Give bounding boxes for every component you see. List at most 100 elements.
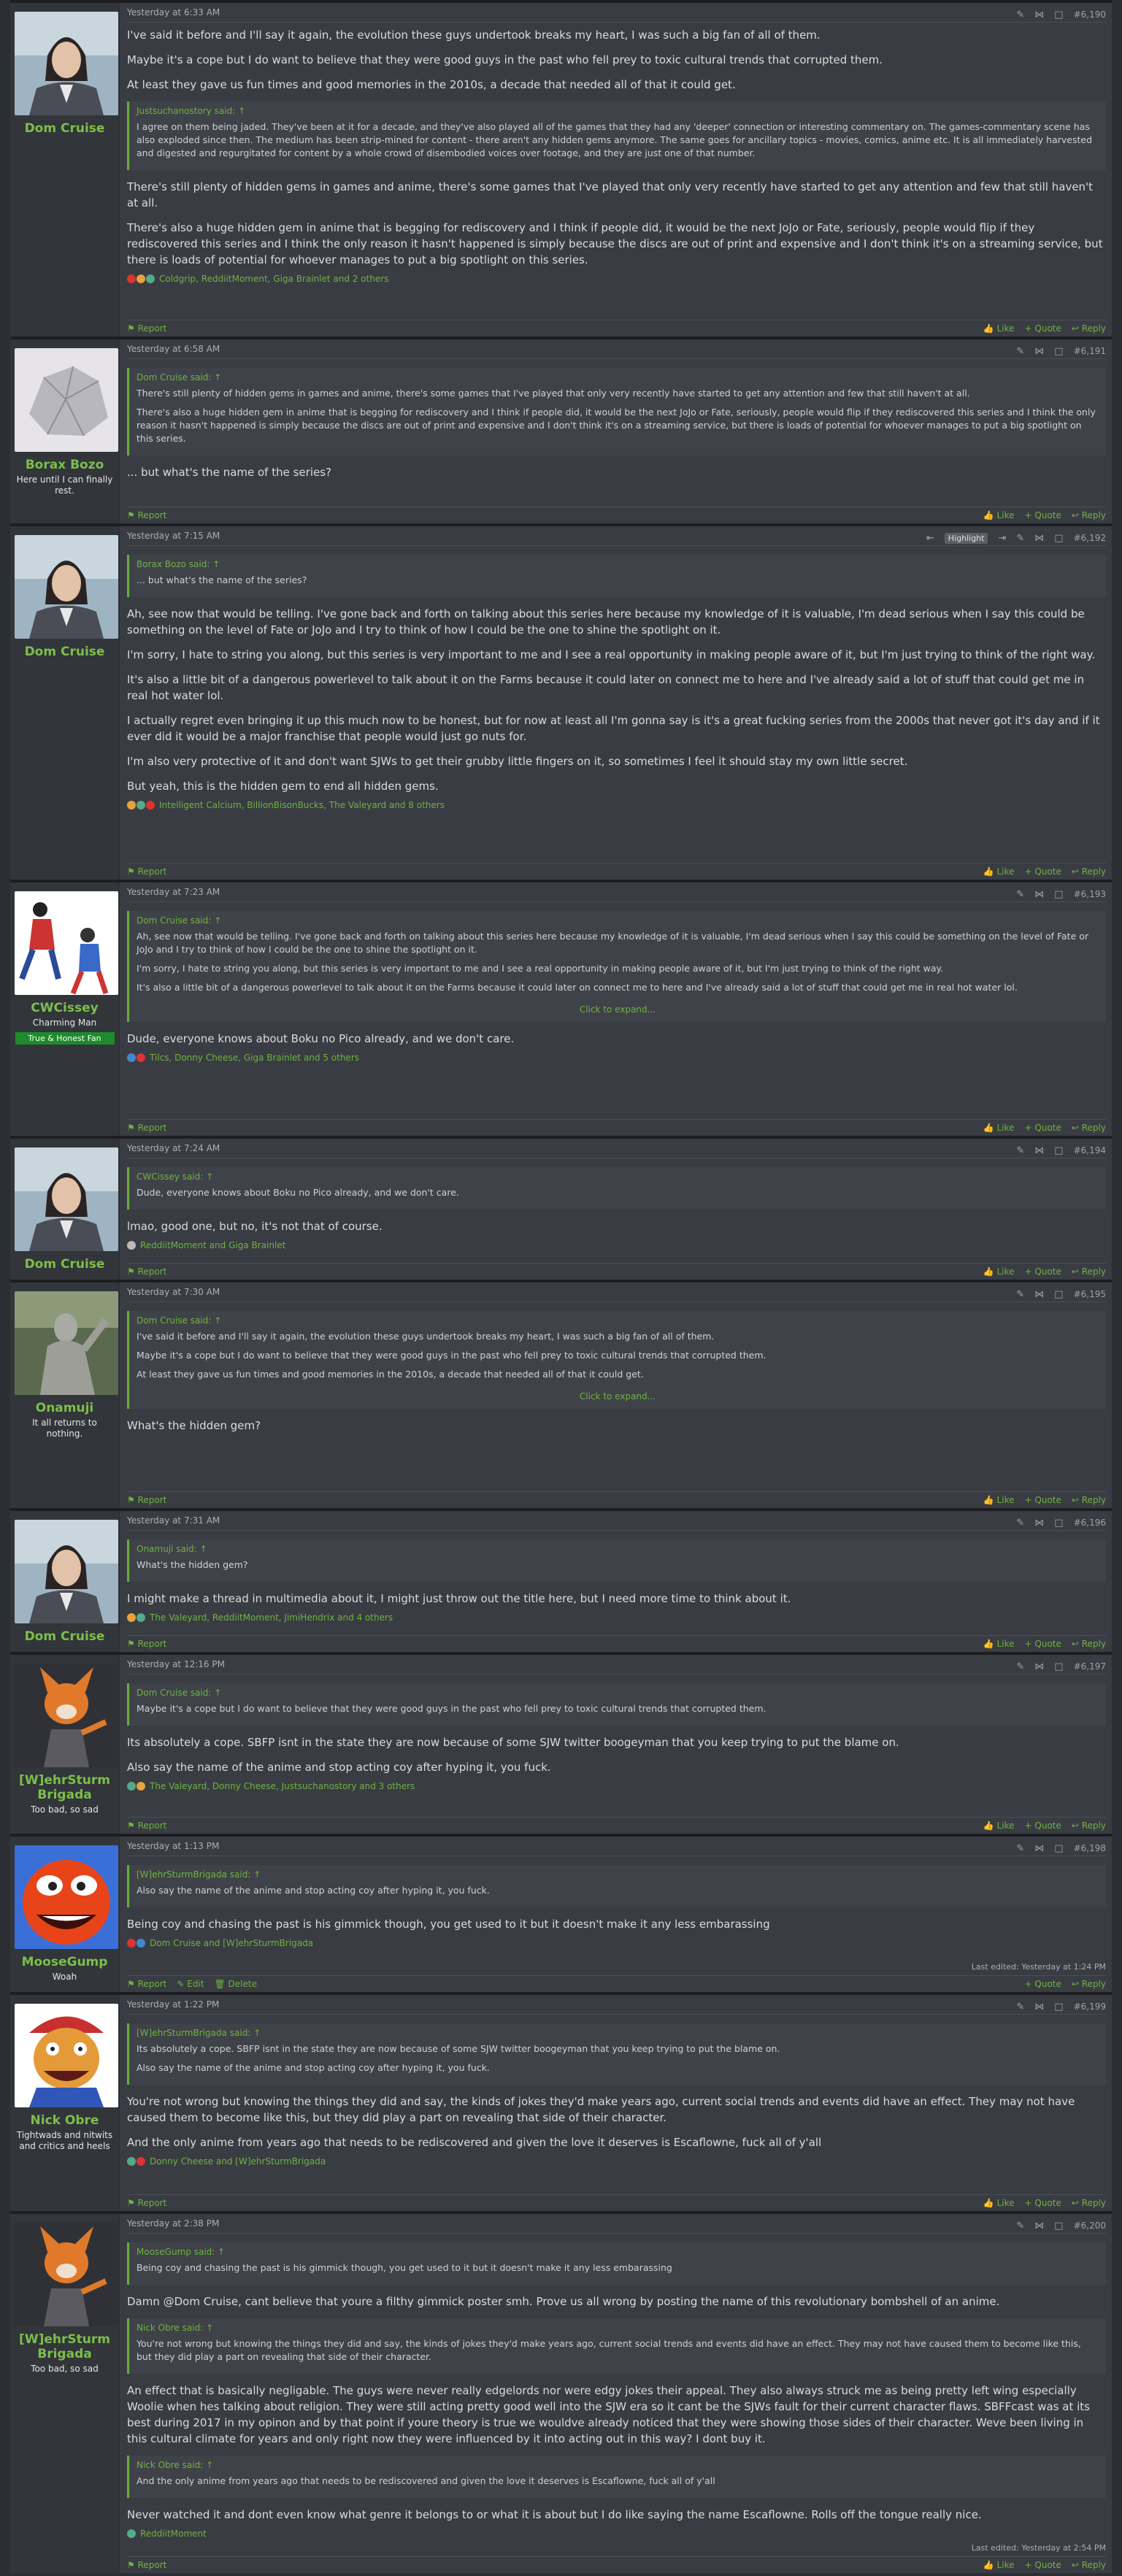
reaction-users[interactable]: Dom Cruise and [W]ehrSturmBrigada [150,1938,313,1948]
delete-button[interactable]: 🗑 Delete [214,1979,257,1989]
reply-button[interactable]: ↩ Reply [1072,1266,1106,1277]
quote-author[interactable]: Dom Cruise said: ↑ [137,1314,1099,1327]
like-button[interactable]: 👍 Like [983,1266,1015,1277]
expand-quote-link[interactable]: Click to expand... [137,1000,1099,1018]
post-timestamp[interactable]: Yesterday at 6:58 AM [127,344,220,358]
share-icon[interactable]: ⋈ [1034,346,1044,357]
username[interactable]: Dom Cruise [15,1257,115,1272]
share-icon[interactable]: ⋈ [1034,2002,1044,2012]
edit-pencil-icon[interactable]: ✎ [1016,1661,1024,1672]
avatar[interactable] [15,1520,118,1623]
reaction-users[interactable]: The Valeyard, ReddiitMoment, JimiHendrix… [150,1612,393,1623]
post-timestamp[interactable]: Yesterday at 7:30 AM [127,1287,220,1302]
bookmark-icon[interactable]: □ [1054,2221,1063,2231]
post-number[interactable]: #6,190 [1074,9,1106,20]
jump-arrow-icon[interactable]: ↑ [200,1544,207,1554]
avatar[interactable] [15,2223,118,2326]
expand-quote-link[interactable]: Click to expand... [137,1387,1099,1404]
post-timestamp[interactable]: Yesterday at 2:38 PM [127,2218,219,2233]
bookmark-icon[interactable]: □ [1054,1843,1063,1854]
post-number[interactable]: #6,196 [1074,1518,1106,1528]
like-button[interactable]: 👍 Like [983,1639,1015,1649]
post-number[interactable]: #6,194 [1074,1145,1106,1156]
post-number[interactable]: #6,199 [1074,2002,1106,2012]
jump-arrow-icon[interactable]: ↑ [218,2247,225,2257]
username[interactable]: MooseGump [15,1955,115,1969]
reaction-users[interactable]: The Valeyard, Donny Cheese, Justsuchanos… [150,1781,415,1791]
quote-button[interactable]: + Quote [1025,866,1061,877]
jump-arrow-icon[interactable]: ↑ [206,2460,213,2470]
quote-button[interactable]: + Quote [1025,510,1061,520]
reply-button[interactable]: ↩ Reply [1072,866,1106,877]
post-timestamp[interactable]: Yesterday at 7:15 AM [127,531,220,545]
quote-author[interactable]: Dom Cruise said: ↑ [137,1686,1099,1699]
jump-arrow-icon[interactable]: ↑ [214,1315,221,1326]
quote-author[interactable]: Borax Bozo said: ↑ [137,558,1099,571]
edit-pencil-icon[interactable]: ✎ [1016,1843,1024,1854]
edit-pencil-icon[interactable]: ✎ [1016,533,1024,544]
quote-author[interactable]: Onamuji said: ↑ [137,1542,1099,1556]
edit-pencil-icon[interactable]: ✎ [1016,1289,1024,1300]
like-button[interactable]: 👍 Like [983,2198,1015,2208]
post-timestamp[interactable]: Yesterday at 12:16 PM [127,1659,225,1674]
quote-author[interactable]: Dom Cruise said: ↑ [137,914,1099,927]
reactions-bar[interactable]: Donny Cheese and [W]ehrSturmBrigada [127,2156,1106,2166]
like-button[interactable]: 👍 Like [983,510,1015,520]
reply-button[interactable]: ↩ Reply [1072,2198,1106,2208]
username[interactable]: [W]ehrSturmBrigada [15,2332,115,2361]
jump-arrow-icon[interactable]: ↑ [214,1688,221,1698]
report-button[interactable]: ⚑ Report [127,510,166,520]
highlight-badge[interactable]: Highlight [944,532,988,544]
post-timestamp[interactable]: Yesterday at 6:33 AM [127,7,220,22]
reply-button[interactable]: ↩ Reply [1072,1123,1106,1133]
post-number[interactable]: #6,192 [1074,533,1106,543]
reaction-users[interactable]: Intelligent Calcium, BillionBisonBucks, … [159,800,445,810]
quote-button[interactable]: + Quote [1025,1979,1061,1989]
avatar[interactable] [15,12,118,115]
username[interactable]: Dom Cruise [15,1629,115,1644]
share-icon[interactable]: ⋈ [1034,1145,1044,1156]
bookmark-icon[interactable]: □ [1054,1289,1063,1300]
jump-arrow-icon[interactable]: ↑ [214,915,221,926]
bookmark-icon[interactable]: □ [1054,889,1063,900]
like-button[interactable]: 👍 Like [983,2560,1015,2570]
like-button[interactable]: 👍 Like [983,1495,1015,1505]
jump-arrow-icon[interactable]: ↑ [206,1172,213,1182]
reaction-users[interactable]: Coldgrip, ReddiitMoment, Giga Brainlet a… [159,274,388,284]
avatar[interactable] [15,1147,118,1251]
share-icon[interactable]: ⋈ [1034,1843,1044,1854]
report-button[interactable]: ⚑ Report [127,1979,166,1989]
post-timestamp[interactable]: Yesterday at 7:23 AM [127,887,220,901]
edit-pencil-icon[interactable]: ✎ [1016,9,1024,20]
post-timestamp[interactable]: Yesterday at 1:13 PM [127,1841,219,1856]
quote-author[interactable]: Justsuchanostory said: ↑ [137,104,1099,118]
quote-author[interactable]: Nick Obre said: ↑ [137,2321,1099,2334]
jump-arrow-icon[interactable]: ↑ [253,2028,261,2038]
like-button[interactable]: 👍 Like [983,1820,1015,1831]
post-number[interactable]: #6,197 [1074,1661,1106,1672]
quote-button[interactable]: + Quote [1025,1123,1061,1133]
bookmark-icon[interactable]: □ [1054,1518,1063,1529]
report-button[interactable]: ⚑ Report [127,2560,166,2570]
reactions-bar[interactable]: Tilcs, Donny Cheese, Giga Brainlet and 5… [127,1053,1106,1063]
username[interactable]: Borax Bozo [15,458,115,472]
avatar[interactable] [15,891,118,995]
share-icon[interactable]: ⋈ [1034,9,1044,20]
report-button[interactable]: ⚑ Report [127,1639,166,1649]
next-highlight-icon[interactable]: ⇥ [998,533,1006,544]
avatar[interactable] [15,1291,118,1395]
bookmark-icon[interactable]: □ [1054,9,1063,20]
post-number[interactable]: #6,198 [1074,1843,1106,1853]
quote-author[interactable]: MooseGump said: ↑ [137,2245,1099,2258]
post-timestamp[interactable]: Yesterday at 7:24 AM [127,1143,220,1158]
reactions-bar[interactable]: ReddiitMoment [127,2529,1106,2539]
bookmark-icon[interactable]: □ [1054,1661,1063,1672]
share-icon[interactable]: ⋈ [1034,533,1044,544]
like-button[interactable]: 👍 Like [983,866,1015,877]
avatar[interactable] [15,535,118,639]
share-icon[interactable]: ⋈ [1034,1289,1044,1300]
edit-pencil-icon[interactable]: ✎ [1016,346,1024,357]
reaction-users[interactable]: ReddiitMoment [140,2529,207,2539]
report-button[interactable]: ⚑ Report [127,1820,166,1831]
post-timestamp[interactable]: Yesterday at 1:22 PM [127,1999,219,2014]
